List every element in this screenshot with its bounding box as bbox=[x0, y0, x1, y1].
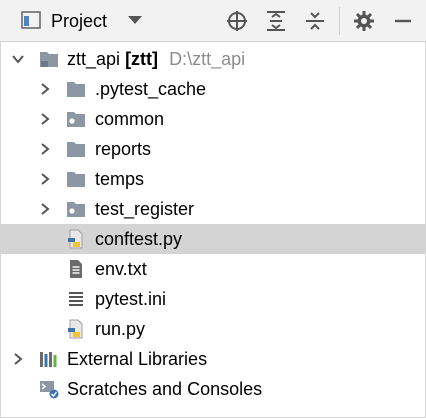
settings-gear-icon[interactable] bbox=[352, 9, 376, 33]
chevron-down-icon[interactable] bbox=[11, 52, 25, 66]
tree-item-label: reports bbox=[95, 139, 152, 159]
folder-icon bbox=[67, 172, 85, 187]
tree-item-label: conftest.py bbox=[95, 229, 183, 249]
tree-item-label: common bbox=[95, 109, 165, 129]
expand-all-icon[interactable] bbox=[264, 9, 288, 33]
project-view-title[interactable]: Project bbox=[51, 11, 107, 31]
python-file-icon bbox=[68, 319, 83, 339]
tree-item-test-register[interactable]: test_register bbox=[0, 194, 426, 224]
chevron-right-icon[interactable] bbox=[38, 172, 52, 186]
module-folder-icon bbox=[40, 52, 58, 67]
locate-icon[interactable] bbox=[225, 9, 249, 33]
tree-item-temps[interactable]: temps bbox=[0, 164, 426, 194]
tree-item-pytest-cache[interactable]: .pytest_cache bbox=[0, 74, 426, 104]
root-folder-name: ztt_api bbox=[67, 49, 121, 69]
tree-item-scratches-and-consoles[interactable]: Scratches and Consoles bbox=[0, 374, 426, 404]
tree-item-label: test_register bbox=[95, 199, 195, 219]
toolbar-separator bbox=[339, 7, 340, 35]
tree-item-label: run.py bbox=[95, 319, 146, 339]
hide-minus-icon[interactable] bbox=[391, 9, 415, 33]
folder-icon bbox=[67, 142, 85, 157]
chevron-right-icon[interactable] bbox=[38, 82, 52, 96]
chevron-down-icon[interactable] bbox=[128, 16, 142, 24]
tree-item-common[interactable]: common bbox=[0, 104, 426, 134]
tree-item-env-txt[interactable]: env.txt bbox=[0, 254, 426, 284]
chevron-right-icon[interactable] bbox=[11, 352, 25, 366]
tree-item-pytest-ini[interactable]: pytest.ini bbox=[0, 284, 426, 314]
chevron-right-icon[interactable] bbox=[38, 202, 52, 216]
package-folder-icon bbox=[67, 112, 85, 127]
tree-item-external-libraries[interactable]: External Libraries bbox=[0, 344, 426, 374]
project-toolbar: Project bbox=[0, 0, 426, 42]
collapse-all-icon[interactable] bbox=[303, 9, 327, 33]
tree-item-label: temps bbox=[95, 169, 145, 189]
config-file-icon bbox=[69, 292, 83, 306]
tree-item-reports[interactable]: reports bbox=[0, 134, 426, 164]
chevron-right-icon[interactable] bbox=[38, 112, 52, 126]
folder-icon bbox=[67, 82, 85, 97]
tree-item-label: env.txt bbox=[95, 259, 147, 279]
tree-item-label: pytest.ini bbox=[95, 289, 167, 309]
scratches-console-icon bbox=[40, 381, 59, 399]
library-books-icon bbox=[40, 352, 57, 367]
tree-root-ztt-api[interactable]: ztt_api [ztt] D:\ztt_api bbox=[0, 44, 426, 74]
module-name: [ztt] bbox=[125, 49, 159, 69]
tree-item-label: External Libraries bbox=[67, 349, 208, 369]
chevron-right-icon[interactable] bbox=[38, 142, 52, 156]
tree-item-label: Scratches and Consoles bbox=[67, 379, 263, 399]
tree-item-run-py[interactable]: run.py bbox=[0, 314, 426, 344]
text-file-icon bbox=[70, 260, 82, 278]
project-panel-icon bbox=[21, 11, 41, 29]
root-path: D:\ztt_api bbox=[169, 49, 246, 69]
package-folder-icon bbox=[67, 202, 85, 217]
tree-item-conftest-py[interactable]: conftest.py bbox=[0, 224, 426, 254]
python-file-icon bbox=[68, 229, 83, 249]
tree-item-label: .pytest_cache bbox=[95, 79, 207, 99]
